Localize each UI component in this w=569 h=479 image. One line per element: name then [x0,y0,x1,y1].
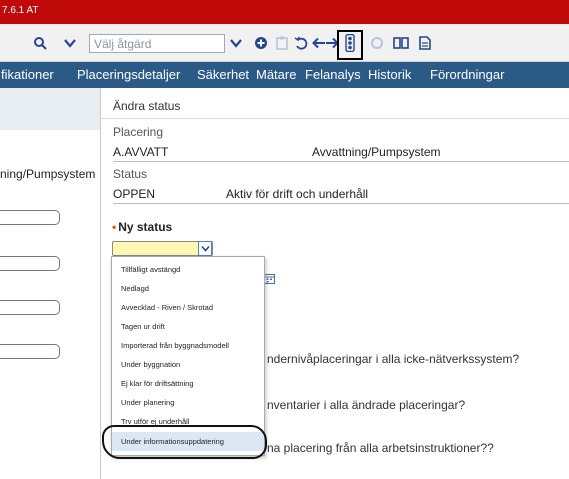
status-option[interactable]: Importerad från byggnadsmodell [112,336,264,355]
tab-historik[interactable]: Historik [368,67,411,82]
question-work-instructions: na placering från alla arbetsinstruktion… [267,441,494,455]
chevron-down-icon[interactable] [60,33,80,53]
document-icon[interactable] [415,33,435,53]
required-marker: • [112,220,117,234]
chevron-down-icon[interactable] [226,33,246,53]
tab-specifikationer[interactable]: fikationer [1,67,54,82]
placement-code: A.AVVATT [113,145,169,159]
background-header-strip [0,88,100,130]
background-field-label: ning/Pumpsystem [0,167,96,181]
background-input[interactable] [0,344,60,359]
status-option[interactable]: Avvecklad - Riven / Skrotad [112,298,264,317]
status-option[interactable]: Ej klar för driftsättning [112,374,264,393]
add-circle-icon[interactable] [251,33,271,53]
placement-description: Avvattning/Pumpsystem [312,145,441,159]
app-version: 7.6.1 AT [2,5,39,16]
placement-underline [113,161,569,162]
search-icon[interactable] [30,33,50,53]
status-code: OPPEN [113,187,156,201]
placement-label: Placering [113,125,164,139]
background-input[interactable] [0,210,60,225]
question-subordinate-placements: ndernivåplaceringar i alla icke-nätverks… [267,352,520,366]
action-select-placeholder: Välj åtgärd [94,36,152,51]
highlight-frame [337,30,363,60]
tab-forordningar[interactable]: Förordningar [430,67,504,82]
hand-drawn-highlight-circle [102,425,267,459]
tab-felanalys[interactable]: Felanalys [305,67,361,82]
calendar-icon[interactable] [264,273,275,287]
toolbar: Välj åtgärd [0,24,569,62]
status-option[interactable]: Nedlagd [112,279,264,298]
background-form: ning/Pumpsystem [0,88,100,479]
dialog-title-divider [101,118,569,119]
question-inventory: nventarier i alla ändrade placeringar? [267,398,466,412]
clipboard-icon[interactable] [272,33,292,53]
book-icon[interactable] [391,33,411,53]
tab-matare[interactable]: Mätare [256,67,296,82]
status-underline [113,203,569,204]
status-option[interactable]: Under byggnation [112,355,264,374]
tab-placeringsdetaljer[interactable]: Placeringsdetaljer [77,67,180,82]
dialog-title: Ändra status [113,99,181,113]
background-input[interactable] [0,256,60,271]
status-option[interactable]: Tillfälligt avstängd [112,260,264,279]
window-titlebar: 7.6.1 AT [0,0,569,24]
new-status-select[interactable] [112,241,213,256]
undo-icon[interactable] [291,33,311,53]
status-label: Status [113,167,148,181]
tab-sakerhet[interactable]: Säkerhet [197,67,249,82]
status-option[interactable]: Tagen ur drift [112,317,264,336]
status-description: Aktiv för drift och underhåll [226,187,369,201]
tab-bar: fikationer Placeringsdetaljer Säkerhet M… [0,62,569,88]
action-select[interactable]: Välj åtgärd [89,34,225,53]
new-status-label-text: Ny status [118,220,173,234]
chevron-down-icon[interactable] [198,241,212,256]
new-status-label: • Ny status [112,220,172,234]
background-input[interactable] [0,300,60,315]
status-option[interactable]: Under planering [112,393,264,412]
circle-icon[interactable] [367,33,387,53]
